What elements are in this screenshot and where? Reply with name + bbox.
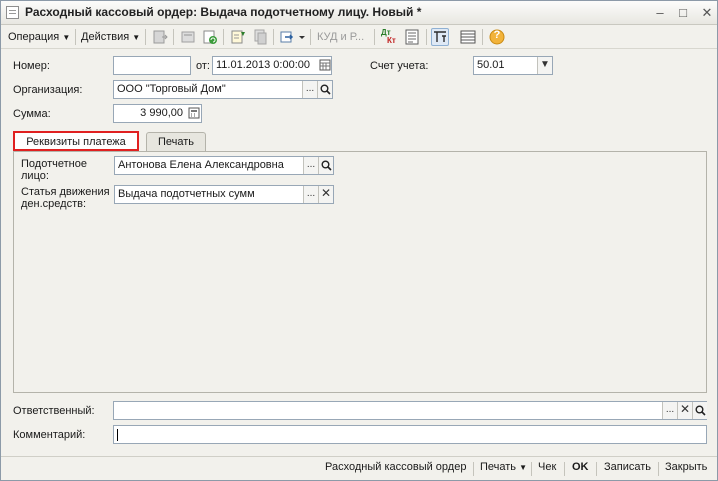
command-bar: Расходный кассовый ордер Печать ▼ Чек OK…	[1, 456, 717, 480]
sum-label: Сумма:	[13, 108, 51, 120]
go-to-icon[interactable]	[279, 28, 307, 46]
number-field[interactable]	[113, 56, 191, 75]
clear-icon[interactable]: ✕	[677, 402, 692, 419]
structure-icon[interactable]	[431, 28, 449, 46]
document-window: Расходный кассовый ордер: Выдача подотче…	[0, 0, 718, 481]
check-button[interactable]: Чек	[538, 461, 556, 473]
clear-icon[interactable]: ✕	[318, 186, 333, 203]
fill-icon[interactable]	[229, 28, 247, 46]
accountable-person-field[interactable]: Антонова Елена Александровна ...	[114, 156, 334, 175]
minimize-icon[interactable]: –	[651, 4, 669, 21]
print-menu-label: Печать	[480, 461, 517, 473]
refresh-icon[interactable]	[201, 28, 219, 46]
unpost-icon[interactable]	[179, 28, 197, 46]
operation-menu[interactable]: Операция ▼	[8, 28, 70, 46]
text-cursor	[117, 429, 118, 441]
ok-button[interactable]: OK	[572, 461, 589, 473]
print-menu-button[interactable]: Печать ▼	[480, 461, 527, 473]
sum-field[interactable]: 3 990,00	[113, 104, 202, 123]
chevron-down-icon: ▼	[132, 33, 141, 42]
kud-button[interactable]: КУД и Р...	[317, 28, 364, 46]
account-label: Счет учета:	[370, 60, 429, 72]
save-button[interactable]: Записать	[604, 461, 651, 473]
responsible-field[interactable]: ... ✕	[113, 401, 707, 420]
tab-print[interactable]: Печать	[146, 132, 206, 152]
select-ellipsis-icon[interactable]: ...	[662, 402, 677, 419]
document-icon	[6, 6, 19, 19]
copy-icon[interactable]	[251, 28, 269, 46]
search-icon[interactable]	[692, 402, 707, 419]
cashflow-item-label: Статья движения ден.средств:	[21, 186, 110, 210]
select-ellipsis-icon[interactable]: ...	[303, 186, 318, 203]
search-icon[interactable]	[317, 81, 332, 98]
cash-order-print-button[interactable]: Расходный кассовый ордер	[325, 461, 466, 473]
close-icon[interactable]: ✕	[698, 4, 716, 21]
number-label: Номер:	[13, 60, 50, 72]
report-icon[interactable]	[403, 28, 421, 46]
actions-menu-label: Действия	[81, 31, 130, 43]
help-icon[interactable]: ?	[488, 28, 506, 46]
date-label: от:	[196, 60, 210, 72]
close-button[interactable]: Закрыть	[665, 461, 707, 473]
account-select[interactable]: 50.01 ▼	[473, 56, 553, 75]
help-label: ?	[493, 29, 501, 41]
calculator-icon[interactable]	[186, 105, 201, 122]
chevron-down-icon[interactable]: ▼	[537, 57, 552, 74]
comment-label: Комментарий:	[13, 429, 86, 441]
organization-field[interactable]: ООО "Торговый Дом" ...	[113, 80, 333, 99]
select-ellipsis-icon[interactable]: ...	[303, 157, 318, 174]
organization-label: Организация:	[13, 84, 83, 96]
title-bar: Расходный кассовый ордер: Выдача подотче…	[1, 1, 717, 25]
tab-payment-details[interactable]: Реквизиты платежа	[13, 131, 139, 151]
table-icon[interactable]	[459, 28, 477, 46]
accountable-person-label: Подотчетное лицо:	[21, 158, 87, 182]
cashflow-item-field[interactable]: Выдача подотчетных сумм ... ✕	[114, 185, 334, 204]
operation-menu-label: Операция	[8, 31, 60, 43]
payment-details-panel: Подотчетное лицо: Антонова Елена Алексан…	[13, 151, 707, 393]
post-icon[interactable]	[151, 28, 169, 46]
window-title: Расходный кассовый ордер: Выдача подотче…	[25, 5, 422, 19]
calendar-icon[interactable]	[317, 57, 332, 74]
select-ellipsis-icon[interactable]: ...	[302, 81, 317, 98]
responsible-label: Ответственный:	[13, 405, 95, 417]
search-icon[interactable]	[318, 157, 333, 174]
comment-field[interactable]	[113, 425, 707, 444]
kt-label: Кт	[387, 36, 396, 45]
chevron-down-icon: ▼	[519, 463, 528, 472]
actions-menu[interactable]: Действия ▼	[81, 28, 140, 46]
chevron-down-icon: ▼	[62, 33, 71, 42]
dt-kt-icon[interactable]: Дт Кт	[380, 28, 398, 46]
date-field[interactable]: 11.01.2013 0:00:00	[212, 56, 332, 75]
maximize-icon[interactable]: □	[674, 4, 692, 21]
toolbar: Операция ▼ Действия ▼ КУД и Р... Дт Кт ?	[1, 25, 717, 49]
